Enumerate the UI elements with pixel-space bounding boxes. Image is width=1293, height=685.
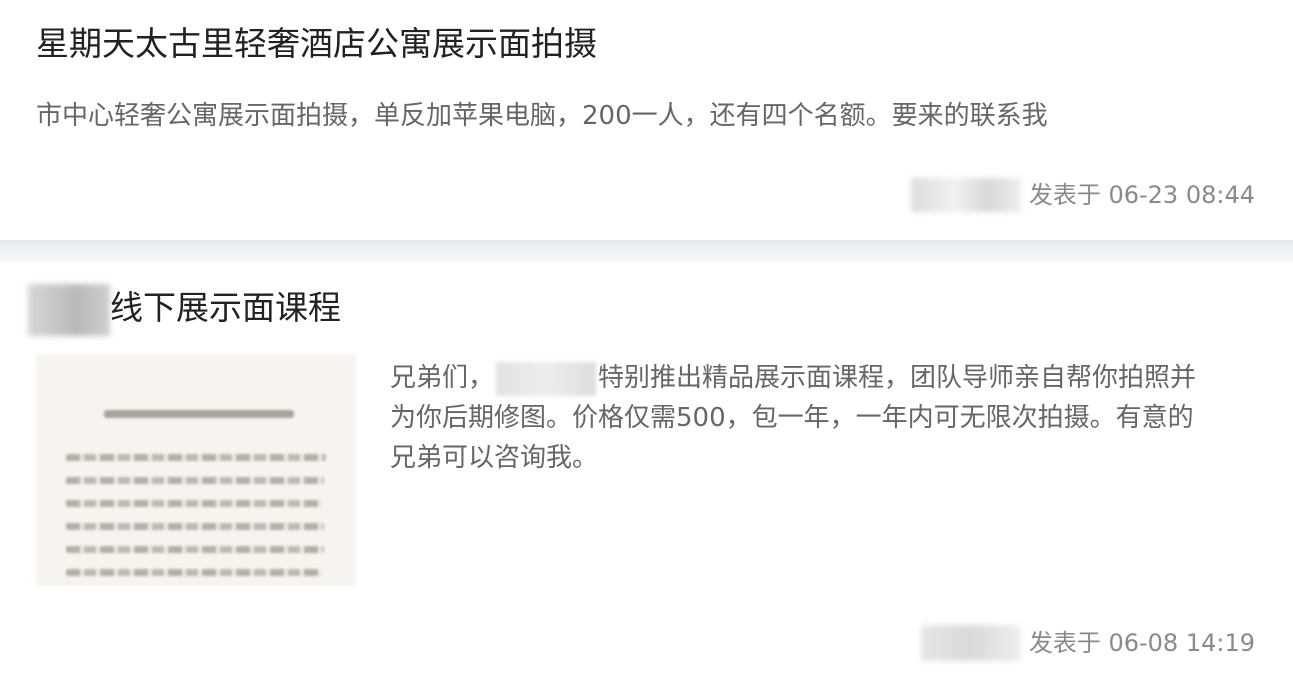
redacted-text [496, 361, 597, 396]
thumbnail-doc-line [66, 477, 324, 484]
post-card[interactable]: 线下展示面课程 兄弟们， 特别推出精品展示面课程，团队导师亲自帮你拍照并 为你后期… [0, 262, 1293, 685]
post-title[interactable]: 星期天太古里轻奢酒店公寓展示面拍摄 [36, 24, 597, 64]
thumbnail-doc-line [66, 500, 322, 507]
thumbnail-doc-line [66, 546, 324, 553]
post-body-line: 兄弟们， 特别推出精品展示面课程，团队导师亲自帮你拍照并 [390, 358, 1270, 398]
title-prefix-redacted [28, 284, 110, 336]
post-meta: 发表于 06-23 08:44 [910, 178, 1255, 212]
post-title[interactable]: 线下展示面课程 [110, 288, 341, 328]
post-date: 发表于 06-23 08:44 [1028, 181, 1255, 209]
post-divider [0, 240, 1293, 262]
post-thumbnail[interactable] [36, 354, 356, 586]
thumbnail-doc-title [104, 410, 294, 418]
author-name-redacted [910, 178, 1021, 212]
post-meta: 发表于 06-08 14:19 [920, 625, 1255, 661]
thumbnail-doc-line [66, 523, 324, 530]
post-date: 发表于 06-08 14:19 [1028, 629, 1255, 657]
post-body-line: 为你后期修图。价格仅需500，包一年，一年内可无限次拍摄。有意的 [390, 403, 1194, 433]
post-card[interactable]: 星期天太古里轻奢酒店公寓展示面拍摄 市中心轻奢公寓展示面拍摄，单反加苹果电脑，2… [0, 0, 1293, 240]
thumbnail-doc-line [66, 454, 326, 461]
thumbnail-doc-line [66, 569, 322, 576]
post-body-text: 特别推出精品展示面课程，团队导师亲自帮你拍照并 [598, 363, 1197, 393]
post-body-line: 兄弟可以咨询我。 [390, 443, 599, 473]
post-body-text: 兄弟们， [390, 363, 495, 393]
post-body: 兄弟们， 特别推出精品展示面课程，团队导师亲自帮你拍照并 为你后期修图。价格仅需5… [390, 358, 1270, 478]
post-summary: 市中心轻奢公寓展示面拍摄，单反加苹果电脑，200一人，还有四个名额。要来的联系我 [36, 101, 1048, 131]
author-name-redacted [920, 625, 1021, 661]
